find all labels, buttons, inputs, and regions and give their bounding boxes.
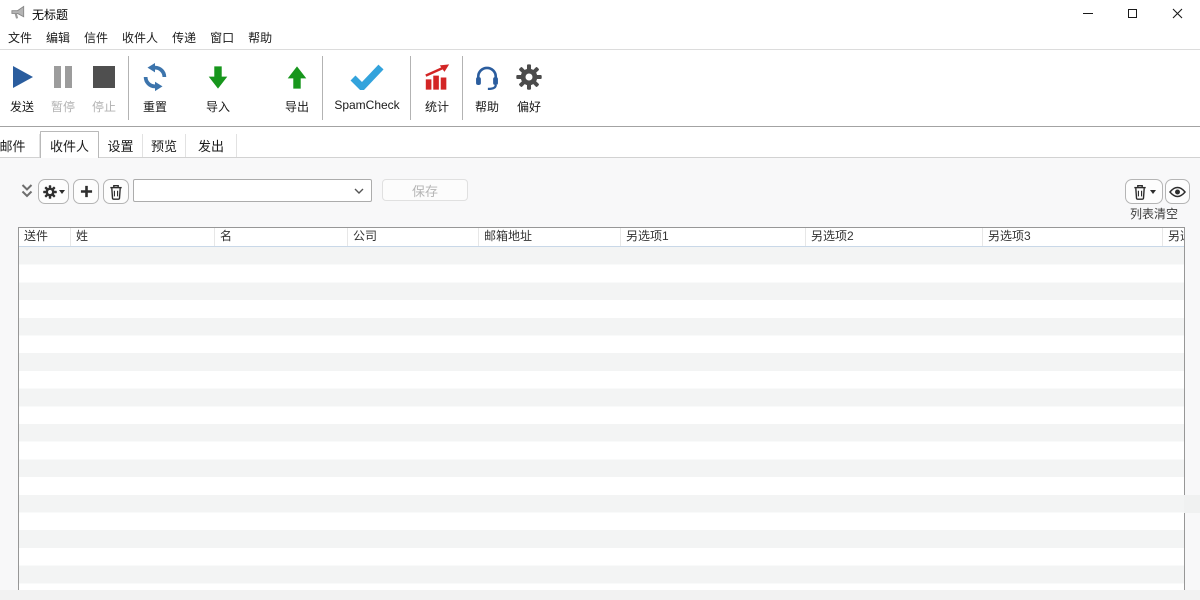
help-button[interactable]: 帮助 xyxy=(465,58,509,120)
toolbar-separator xyxy=(128,56,129,120)
clear-list-button[interactable] xyxy=(1125,179,1163,204)
stop-icon xyxy=(93,58,115,96)
column-header-send[interactable]: 送件 xyxy=(19,228,71,246)
maximize-icon xyxy=(1128,9,1137,18)
column-header-option3[interactable]: 另选项3 xyxy=(983,228,1163,246)
toolbar-separator xyxy=(462,56,463,120)
minimize-button[interactable] xyxy=(1065,0,1110,26)
spamcheck-button[interactable]: SpamCheck xyxy=(328,58,406,120)
title-bar: 无标题 xyxy=(0,0,1200,26)
plus-icon xyxy=(80,185,93,198)
check-icon xyxy=(349,58,385,96)
trash-icon xyxy=(1133,184,1147,200)
column-header-option1[interactable]: 另选项1 xyxy=(621,228,806,246)
trash-icon xyxy=(109,184,123,200)
column-header-option2[interactable]: 另选项2 xyxy=(806,228,983,246)
recipient-list-combobox[interactable] xyxy=(133,179,372,202)
minimize-icon xyxy=(1083,13,1093,14)
tab-preview[interactable]: 预览 xyxy=(143,134,186,157)
menu-edit[interactable]: 编辑 xyxy=(39,26,77,49)
export-button[interactable]: 导出 xyxy=(275,58,319,120)
column-header-company[interactable]: 公司 xyxy=(348,228,479,246)
pause-icon xyxy=(53,58,73,96)
recipients-table: 送件 姓 名 公司 邮箱地址 另选项1 另选项2 另选项3 另选项4 xyxy=(18,227,1185,590)
add-recipient-button[interactable] xyxy=(73,179,99,204)
menu-message[interactable]: 信件 xyxy=(77,26,115,49)
arrow-down-icon xyxy=(205,58,231,96)
refresh-icon xyxy=(140,58,170,96)
tab-recipients[interactable]: 收件人 xyxy=(40,131,99,158)
tab-outbox[interactable]: 发出 xyxy=(186,134,237,157)
menu-window[interactable]: 窗口 xyxy=(203,26,241,49)
menu-file[interactable]: 文件 xyxy=(1,26,39,49)
chevron-down-icon xyxy=(354,188,364,194)
toolbar-separator xyxy=(322,56,323,120)
app-window: 无标题 文件 编辑 信件 收件人 传递 窗口 帮助 发送 xyxy=(0,0,1200,600)
bar-chart-icon xyxy=(423,58,451,96)
column-header-lastname[interactable]: 姓 xyxy=(71,228,215,246)
table-header-row: 送件 姓 名 公司 邮箱地址 另选项1 另选项2 另选项3 另选项4 xyxy=(19,228,1184,247)
gear-icon xyxy=(43,185,57,199)
stats-button[interactable]: 统计 xyxy=(415,58,459,120)
table-body[interactable] xyxy=(19,247,1184,590)
menu-bar: 文件 编辑 信件 收件人 传递 窗口 帮助 xyxy=(0,26,1200,50)
menu-recipients[interactable]: 收件人 xyxy=(115,26,165,49)
clear-list-caption: 列表清空 xyxy=(1123,205,1185,222)
chevron-down-icon xyxy=(1150,190,1156,194)
tab-settings[interactable]: 设置 xyxy=(99,134,143,157)
preferences-button[interactable]: 偏好 xyxy=(507,58,551,120)
column-header-firstname[interactable]: 名 xyxy=(215,228,348,246)
play-icon xyxy=(9,58,35,96)
arrow-up-icon xyxy=(284,58,310,96)
column-header-option4[interactable]: 另选项4 xyxy=(1163,228,1184,246)
send-button[interactable]: 发送 xyxy=(0,58,44,120)
preview-list-button[interactable] xyxy=(1165,179,1190,204)
headset-icon xyxy=(473,58,501,96)
gear-icon xyxy=(515,58,543,96)
chevron-down-icon xyxy=(59,190,65,194)
expand-chevrons-icon[interactable] xyxy=(21,184,33,198)
maximize-button[interactable] xyxy=(1110,0,1155,26)
menu-delivery[interactable]: 传递 xyxy=(165,26,203,49)
save-button[interactable]: 保存 xyxy=(382,179,468,201)
stop-button[interactable]: 停止 xyxy=(82,58,126,120)
column-header-email[interactable]: 邮箱地址 xyxy=(479,228,621,246)
pause-button[interactable]: 暂停 xyxy=(41,58,85,120)
window-controls xyxy=(1065,0,1200,26)
delete-recipient-button[interactable] xyxy=(103,179,129,204)
stripe-overflow-artifact xyxy=(1184,495,1200,513)
tab-mail[interactable]: 邮件 xyxy=(0,134,40,157)
list-options-button[interactable] xyxy=(38,179,69,204)
window-title: 无标题 xyxy=(32,6,68,23)
menu-help[interactable]: 帮助 xyxy=(241,26,279,49)
reset-button[interactable]: 重置 xyxy=(133,58,177,120)
import-button[interactable]: 导入 xyxy=(192,58,244,120)
megaphone-icon xyxy=(10,5,27,21)
close-icon xyxy=(1172,8,1183,19)
main-toolbar: 发送 暂停 停止 xyxy=(0,50,1200,127)
toolbar-separator xyxy=(410,56,411,120)
bottom-stripe-artifact xyxy=(0,590,1200,600)
tab-strip: 邮件 收件人 设置 预览 发出 xyxy=(0,130,1200,158)
close-button[interactable] xyxy=(1155,0,1200,26)
eye-icon xyxy=(1169,186,1186,198)
